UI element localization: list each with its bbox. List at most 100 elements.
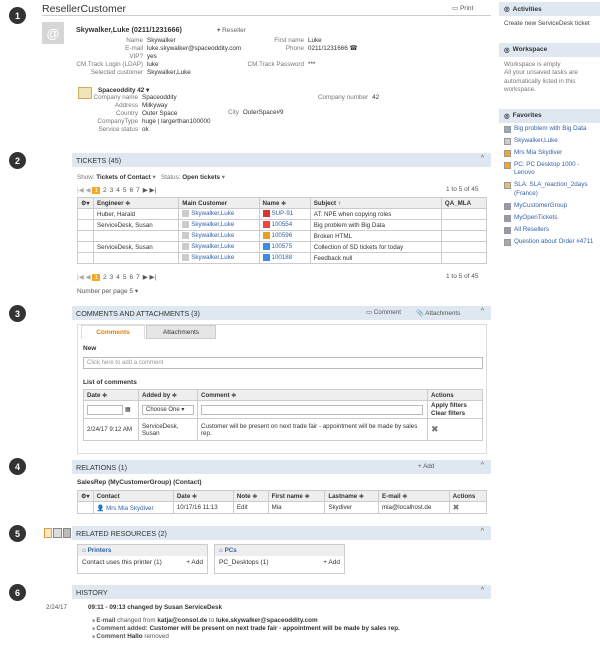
page-link[interactable]: 5	[123, 274, 127, 281]
favorite-item[interactable]: Big problem with Big Data	[499, 123, 600, 135]
col-added-by[interactable]: Added by ≑	[138, 389, 198, 401]
favorite-item[interactable]: MyOpenTickets	[499, 212, 600, 224]
printer-count[interactable]: Contact uses this printer (1)	[82, 559, 162, 566]
chevron-up-icon[interactable]: ^	[481, 528, 484, 535]
chevron-up-icon[interactable]: ^	[481, 308, 484, 315]
favorite-item[interactable]: MyCustomerGroup	[499, 200, 600, 212]
relation-contact-link[interactable]: 👤 Mrs Mia Skydiver	[92, 501, 174, 514]
col-main-customer[interactable]: Main Customer	[178, 197, 260, 209]
workspace-header[interactable]: ◎ Workspace	[499, 42, 600, 57]
tickets-pager-top[interactable]: |◀ ◀ 1 2 3 4 5 6 7 ▶ ▶|	[77, 186, 156, 194]
col-note[interactable]: Note ≑	[232, 490, 269, 502]
page-link[interactable]: 2	[103, 187, 107, 194]
ticket-name-link[interactable]: 100554	[258, 219, 311, 231]
clear-filters-link[interactable]: Clear filters	[431, 410, 479, 417]
delete-icon[interactable]: ✖	[427, 418, 483, 441]
page-link[interactable]: 4	[116, 274, 120, 281]
resources-section-header[interactable]: RELATED RESOURCES (2) ^	[72, 526, 491, 540]
main-customer-link[interactable]: Skywalker,Luke	[178, 252, 260, 264]
favorite-item[interactable]: SLA: SLA_reaction_2days (France)	[499, 179, 600, 199]
chevron-up-icon[interactable]: ^	[481, 155, 484, 162]
apply-filters-link[interactable]: Apply filters	[431, 402, 479, 409]
main-customer-link[interactable]: Skywalker,Luke	[178, 208, 260, 220]
per-page[interactable]: Number per page 5 ▾	[77, 287, 138, 295]
col-name[interactable]: Name ≑	[258, 197, 311, 209]
col-date[interactable]: Date ≑	[172, 490, 234, 502]
history-section-header[interactable]: HISTORY ^	[72, 585, 491, 599]
favorite-item[interactable]: Mrs Mia Skydiver	[499, 147, 600, 159]
next-page-icon[interactable]: ▶ ▶|	[143, 187, 157, 194]
ticket-name-link[interactable]: 100188	[258, 252, 311, 264]
page-link[interactable]: 3	[110, 187, 114, 194]
create-ticket-link[interactable]: Create new ServiceDesk ticket	[499, 16, 600, 33]
main-customer-link[interactable]: Skywalker,Luke	[178, 219, 260, 231]
table-row[interactable]: Skywalker,Luke 100188 Feedback null	[77, 252, 488, 264]
col-comment[interactable]: Comment ≑	[197, 389, 428, 401]
settings-icon[interactable]: ⚙▾	[77, 490, 94, 502]
customer-role[interactable]: ▾ Reseller	[217, 26, 246, 34]
ticket-name-link[interactable]: 100575	[258, 241, 311, 253]
col-contact[interactable]: Contact	[92, 490, 174, 502]
favorite-item[interactable]: Skywalker,Luke	[499, 135, 600, 147]
page-link[interactable]: 3	[110, 274, 114, 281]
table-row[interactable]: Huber, Harald Skywalker,Luke SUP-91 AT: NPE…	[77, 208, 488, 220]
print-button[interactable]: ▭ Print	[452, 4, 473, 12]
delete-icon[interactable]: ✖	[448, 501, 488, 514]
table-row[interactable]: ServiceDesk, Susan Skywalker,Luke 100554 Bi…	[77, 219, 488, 231]
pc-count[interactable]: PC_Desktops (1)	[219, 559, 269, 566]
tickets-pager-bottom[interactable]: |◀ ◀ 1 2 3 4 5 6 7 ▶ ▶|	[77, 273, 156, 281]
page-link[interactable]: 4	[116, 187, 120, 194]
col-engineer[interactable]: Engineer ≑	[92, 197, 180, 209]
col-subject[interactable]: Subject ↑	[309, 197, 442, 209]
page-link[interactable]: 6	[129, 274, 133, 281]
ticket-name-link[interactable]: SUP-91	[258, 208, 311, 220]
calendar-icon[interactable]: ▦	[125, 406, 131, 413]
comment-filter-input[interactable]	[201, 404, 423, 415]
page-link[interactable]: 1	[92, 274, 100, 281]
first-page-icon[interactable]: |◀ ◀	[77, 274, 92, 281]
main-customer-link[interactable]: Skywalker,Luke	[178, 241, 260, 253]
attachments-button[interactable]: 📎 Attachments	[416, 309, 460, 317]
first-page-icon[interactable]: |◀ ◀	[77, 187, 92, 194]
page-link[interactable]: 5	[123, 187, 127, 194]
col-first-name[interactable]: First name ≑	[267, 490, 326, 502]
col-email[interactable]: E-mail ≑	[378, 490, 450, 502]
comments-section-header[interactable]: COMMENTS AND ATTACHMENTS (3) ▭ Comment 📎…	[72, 306, 491, 320]
comment-button[interactable]: ▭ Comment	[366, 309, 401, 316]
main-customer-link[interactable]: Skywalker,Luke	[178, 230, 260, 242]
favorite-item[interactable]: PC: PC Desktop 1000 - Lenovo	[499, 159, 600, 179]
show-filter[interactable]: Tickets of Contact	[96, 174, 150, 181]
tickets-section-header[interactable]: TICKETS (45) ^	[72, 153, 491, 167]
page-link[interactable]: 1	[92, 187, 100, 194]
activities-header[interactable]: ◎ Activities	[499, 2, 600, 16]
comment-input[interactable]: Click here to add a comment	[83, 357, 483, 369]
settings-icon[interactable]: ⚙▾	[77, 197, 94, 209]
favorites-header[interactable]: ◎ Favorites	[499, 108, 600, 123]
added-by-select[interactable]: Choose One ▾	[142, 404, 194, 415]
relations-section-header[interactable]: RELATIONS (1) + Add ^	[72, 460, 491, 474]
page-link[interactable]: 6	[129, 187, 133, 194]
page-link[interactable]: 7	[136, 274, 140, 281]
chevron-up-icon[interactable]: ^	[481, 462, 484, 469]
col-lastname[interactable]: Lastname ≑	[324, 490, 380, 502]
col-qa-mla[interactable]: QA_MLA	[440, 197, 488, 209]
tab-attachments[interactable]: Attachments	[146, 325, 216, 339]
status-filter[interactable]: Open tickets	[182, 174, 220, 181]
table-row[interactable]: ServiceDesk, Susan Skywalker,Luke 100575 Co…	[77, 241, 488, 253]
company-name[interactable]: Spaceoddity 42 ▾	[98, 87, 149, 94]
tab-comments[interactable]: Comments	[81, 325, 145, 339]
next-page-icon[interactable]: ▶ ▶|	[143, 274, 157, 281]
table-row[interactable]: Skywalker,Luke 100596 Broken HTML	[77, 230, 488, 242]
favorite-item[interactable]: All Resellers	[499, 224, 600, 236]
page-link[interactable]: 2	[103, 274, 107, 281]
add-pc-button[interactable]: + Add	[323, 559, 340, 566]
ticket-name-link[interactable]: 100596	[258, 230, 311, 242]
col-date[interactable]: Date ≑	[83, 389, 139, 401]
date-filter-input[interactable]	[87, 404, 123, 415]
customer-name[interactable]: Skywalker,Luke (0211/1231666)	[76, 25, 182, 34]
add-printer-button[interactable]: + Add	[186, 559, 203, 566]
page-link[interactable]: 7	[136, 187, 140, 194]
favorite-item[interactable]: Question about Order #4711	[499, 236, 600, 248]
relation-edit-link[interactable]: Edit	[232, 501, 269, 514]
chevron-up-icon[interactable]: ^	[481, 587, 484, 594]
